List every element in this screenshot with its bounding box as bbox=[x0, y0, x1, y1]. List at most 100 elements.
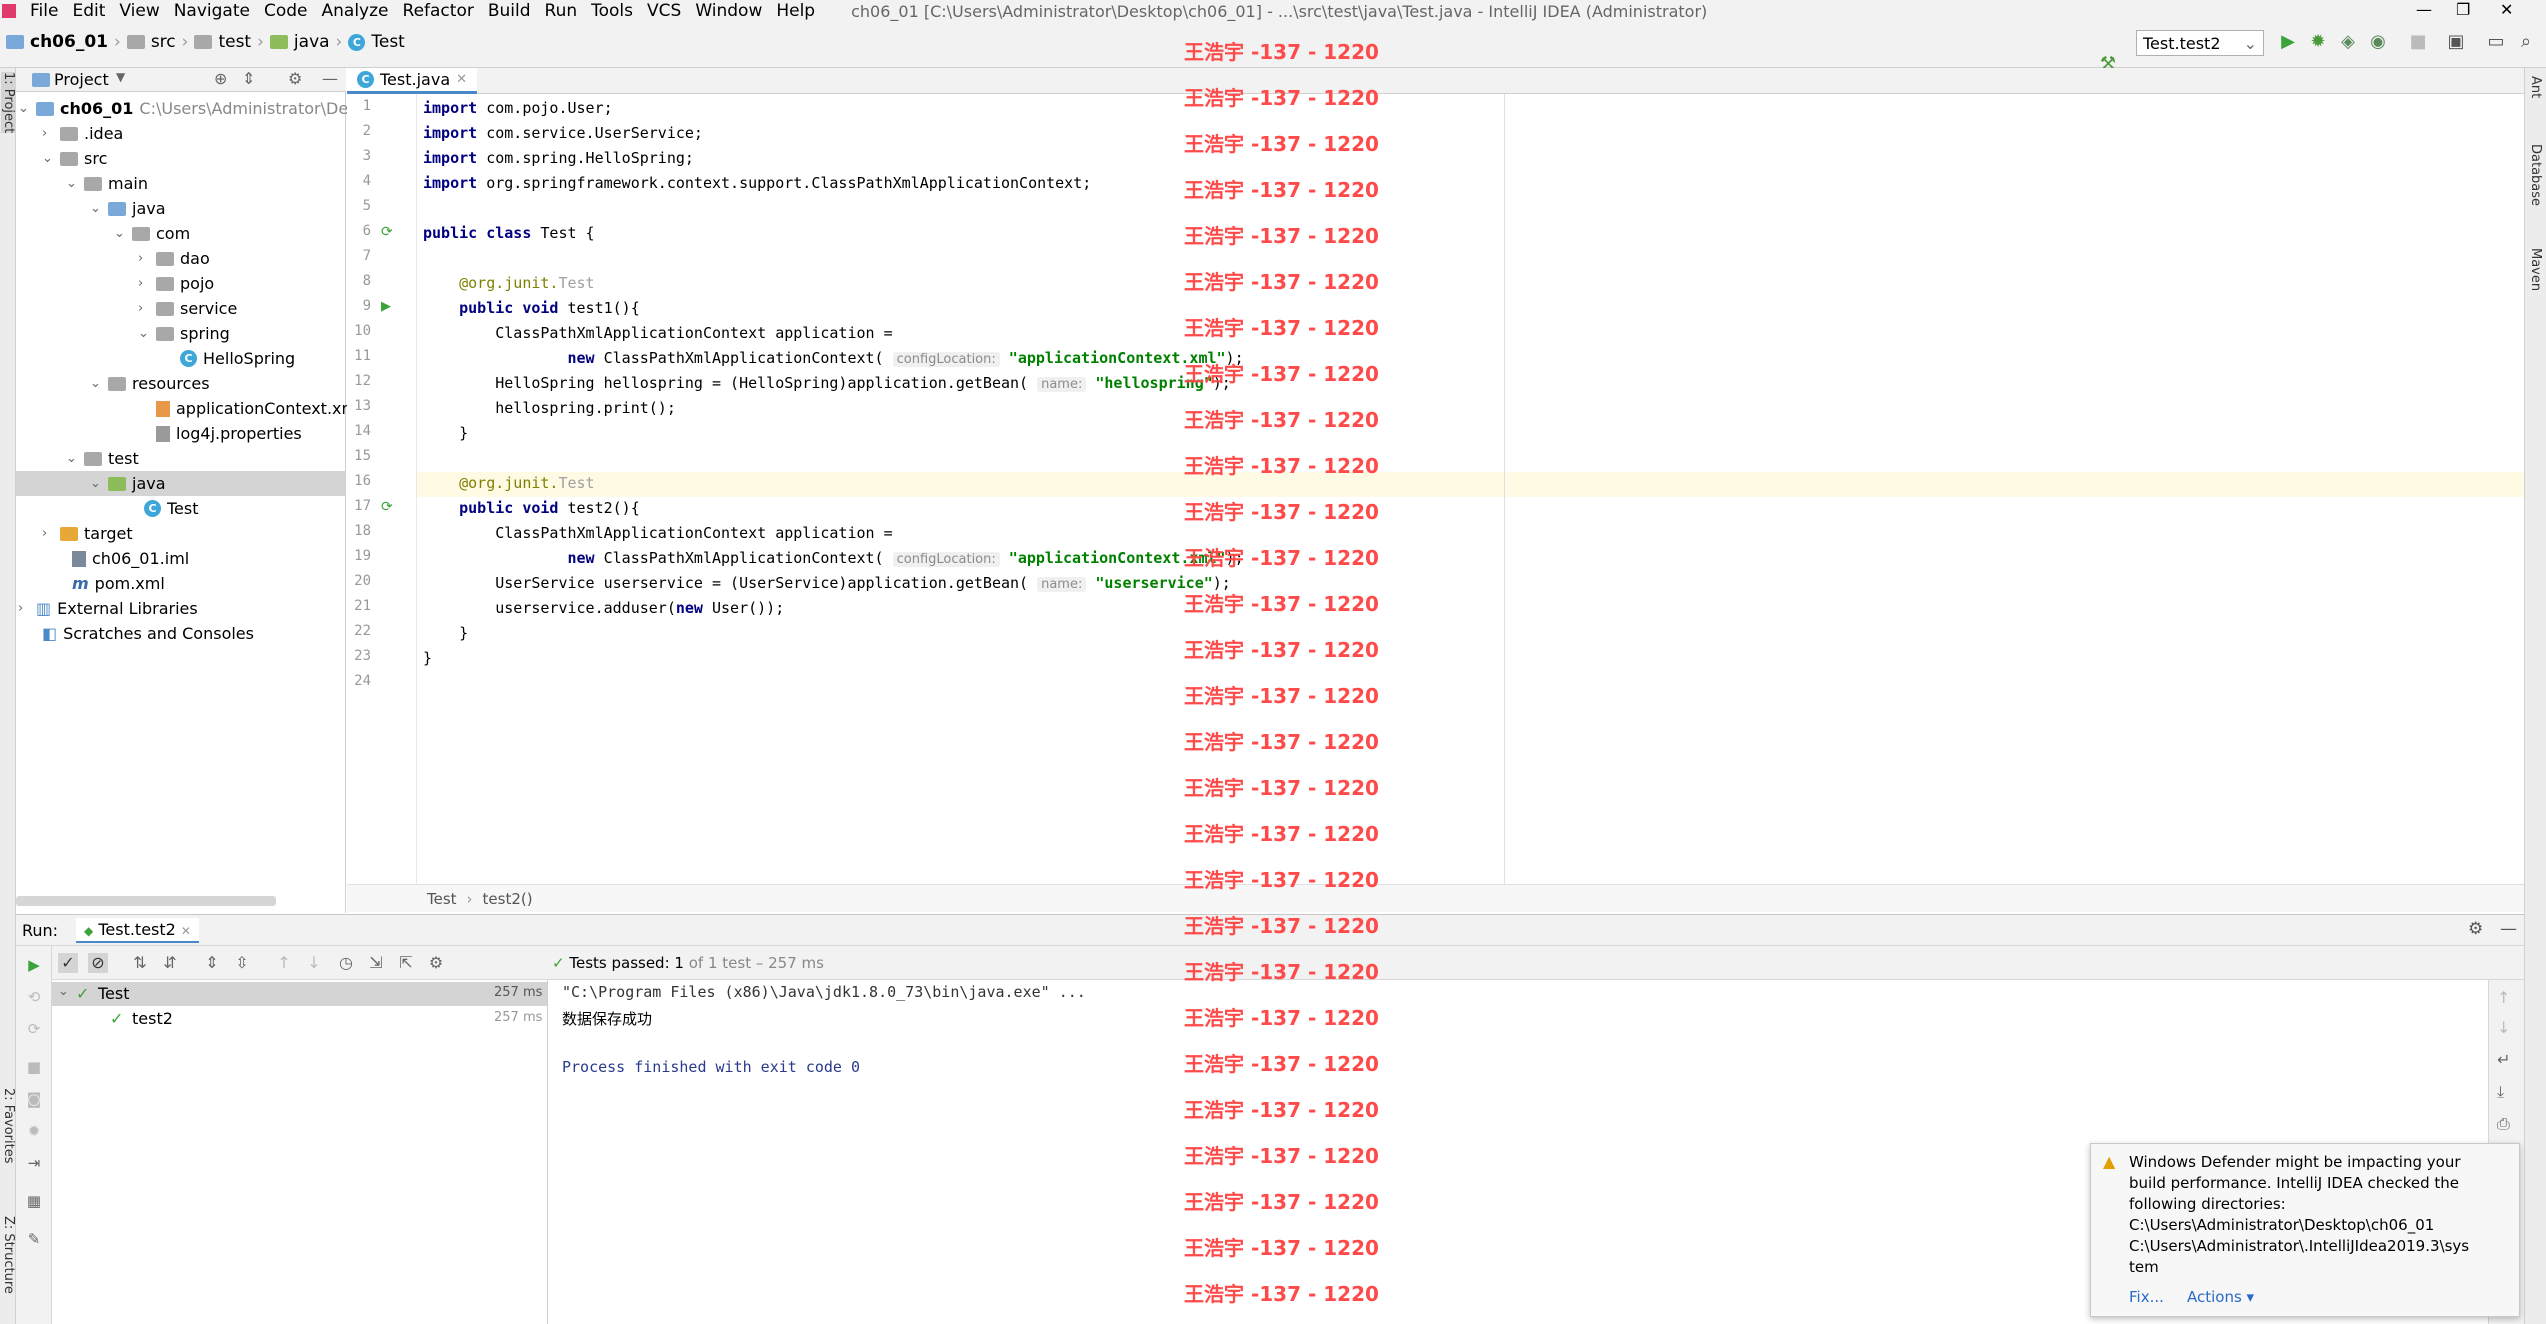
expand-all-icon[interactable]: ⇕ bbox=[202, 953, 222, 973]
editor-tab-active[interactable]: C Test.java ✕ bbox=[347, 68, 478, 94]
print-icon[interactable]: ⎙ bbox=[2497, 1114, 2510, 1134]
camera-icon[interactable]: ◙ bbox=[24, 1090, 44, 1110]
tool-tab-maven[interactable]: Maven bbox=[2528, 248, 2543, 291]
editor-breadcrumb-method[interactable]: test2() bbox=[483, 890, 533, 908]
show-ignored-icon[interactable]: ⊘ bbox=[88, 953, 108, 973]
tree-item[interactable]: applicationContext.xml bbox=[156, 396, 362, 421]
hide-icon[interactable]: — bbox=[2500, 919, 2517, 939]
locate-icon[interactable]: ⊕ bbox=[214, 69, 227, 88]
run-test-gutter-icon[interactable]: ▶ bbox=[381, 299, 391, 314]
test-row[interactable]: ✓ test2 257 ms bbox=[52, 1007, 547, 1031]
coverage-icon[interactable]: ◈ bbox=[2338, 32, 2358, 52]
chevron-down-icon[interactable]: ▼ bbox=[116, 70, 125, 84]
actions-link[interactable]: Actions ▾ bbox=[2187, 1288, 2254, 1306]
menu-build[interactable]: Build bbox=[488, 1, 531, 21]
breadcrumb-project[interactable]: ch06_01 bbox=[30, 32, 108, 52]
tree-item[interactable]: › pojo bbox=[138, 271, 214, 296]
gear-icon[interactable]: ⚙ bbox=[426, 953, 446, 973]
pin-icon[interactable]: ✎ bbox=[24, 1230, 44, 1250]
tree-item[interactable]: C HelloSpring bbox=[180, 346, 295, 371]
export-tests-icon[interactable]: ⇱ bbox=[396, 953, 416, 973]
scroll-to-end-icon[interactable]: ⤓ bbox=[2497, 1082, 2504, 1102]
soft-wrap-icon[interactable]: ↵ bbox=[2497, 1050, 2510, 1069]
code-editor[interactable]: import com.pojo.User; import com.service.… bbox=[423, 94, 2523, 884]
debug-icon[interactable]: ✹ bbox=[2308, 32, 2328, 52]
show-passed-icon[interactable]: ✓ bbox=[58, 953, 78, 973]
down-arrow-icon[interactable]: ↓ bbox=[304, 953, 324, 973]
tree-item-selected[interactable]: ⌄ java bbox=[16, 471, 346, 496]
tree-item[interactable]: ch06_01.iml bbox=[72, 546, 189, 571]
history-icon[interactable]: ◷ bbox=[336, 953, 356, 973]
tree-item[interactable]: ⌄ resources bbox=[90, 371, 210, 396]
horizontal-scrollbar[interactable] bbox=[16, 896, 276, 906]
rerun-failed-icon[interactable]: ⟲ bbox=[24, 988, 44, 1008]
menu-navigate[interactable]: Navigate bbox=[174, 1, 250, 21]
up-arrow-icon[interactable]: ↑ bbox=[274, 953, 294, 973]
tree-item[interactable]: › service bbox=[138, 296, 237, 321]
menu-analyze[interactable]: Analyze bbox=[322, 1, 389, 21]
tree-item[interactable]: C Test bbox=[144, 496, 199, 521]
tree-item[interactable]: › ▥ External Libraries bbox=[18, 596, 198, 621]
tree-item[interactable]: ⌄ spring bbox=[138, 321, 230, 346]
search-icon[interactable]: ⌕ bbox=[2516, 32, 2536, 52]
project-view-label[interactable]: Project bbox=[54, 70, 109, 89]
project-structure-icon[interactable]: ▣ bbox=[2446, 32, 2466, 52]
tool-tab-database[interactable]: Database bbox=[2528, 144, 2543, 206]
close-icon[interactable]: ✕ bbox=[2500, 0, 2513, 19]
menu-refactor[interactable]: Refactor bbox=[403, 1, 474, 21]
tree-item[interactable]: › .idea bbox=[42, 121, 123, 146]
run-tab[interactable]: ◆ Test.test2 ✕ bbox=[76, 918, 199, 943]
import-tests-icon[interactable]: ⇲ bbox=[366, 953, 386, 973]
tool-tab-project[interactable]: 1: Project bbox=[1, 72, 16, 134]
layout-icon[interactable]: ▦ bbox=[24, 1192, 44, 1212]
stop-icon[interactable]: ■ bbox=[2408, 32, 2428, 52]
test-row-selected[interactable]: ⌄ ✓ Test 257 ms bbox=[52, 982, 547, 1006]
tree-root[interactable]: ⌄ ch06_01 C:\Users\Administrator\Deskt bbox=[18, 96, 372, 121]
menu-tools[interactable]: Tools bbox=[591, 1, 633, 21]
breadcrumb-src[interactable]: src bbox=[151, 32, 176, 52]
collapse-all-icon[interactable]: ⇕ bbox=[242, 69, 255, 88]
tree-item[interactable]: log4j.properties bbox=[156, 421, 302, 446]
tree-item[interactable]: ⌄ test bbox=[66, 446, 139, 471]
fix-link[interactable]: Fix... bbox=[2129, 1288, 2164, 1306]
login-icon[interactable]: ⇥ bbox=[24, 1154, 44, 1174]
gear-icon[interactable]: ⚙ bbox=[2468, 919, 2483, 939]
run-configuration-select[interactable]: Test.test2 ⌄ bbox=[2136, 30, 2264, 56]
tree-item[interactable]: ⌄ java bbox=[90, 196, 166, 221]
run-icon[interactable]: ▶ bbox=[2278, 32, 2298, 52]
collapse-all-icon[interactable]: ⇳ bbox=[232, 953, 252, 973]
down-arrow-icon[interactable]: ↓ bbox=[2497, 1018, 2510, 1037]
sort-alphabetically-icon[interactable]: ⇅ bbox=[130, 953, 150, 973]
menu-help[interactable]: Help bbox=[776, 1, 815, 21]
hide-icon[interactable]: — bbox=[322, 69, 338, 88]
menu-edit[interactable]: Edit bbox=[72, 1, 105, 21]
tree-item[interactable]: › dao bbox=[138, 246, 210, 271]
menu-code[interactable]: Code bbox=[264, 1, 308, 21]
gear-icon[interactable]: ⚙ bbox=[288, 69, 302, 88]
tool-tab-ant[interactable]: Ant bbox=[2528, 76, 2543, 98]
stop-icon[interactable]: ■ bbox=[24, 1058, 44, 1078]
tree-item[interactable]: ◧ Scratches and Consoles bbox=[42, 621, 254, 646]
debug-icon[interactable]: ✹ bbox=[24, 1122, 44, 1142]
menu-view[interactable]: View bbox=[119, 1, 159, 21]
run-test-gutter-icon[interactable]: ⟳ bbox=[381, 499, 393, 515]
profile-icon[interactable]: ◉ bbox=[2368, 32, 2388, 52]
tree-item[interactable]: ⌄ src bbox=[42, 146, 107, 171]
editor-breadcrumb-class[interactable]: Test bbox=[427, 890, 457, 908]
rerun-icon[interactable]: ▶ bbox=[24, 956, 44, 976]
toggle-auto-test-icon[interactable]: ⟳ bbox=[24, 1020, 44, 1040]
minimize-icon[interactable]: — bbox=[2416, 0, 2432, 19]
close-tab-icon[interactable]: ✕ bbox=[456, 72, 467, 87]
menu-vcs[interactable]: VCS bbox=[647, 1, 681, 21]
presentation-icon[interactable]: ▭ bbox=[2486, 32, 2506, 52]
run-class-gutter-icon[interactable]: ⟳ bbox=[381, 224, 393, 240]
breadcrumb-test-class[interactable]: Test bbox=[371, 32, 404, 52]
tree-item[interactable]: ⌄ com bbox=[114, 221, 190, 246]
tool-tab-structure[interactable]: Z: Structure bbox=[1, 1216, 16, 1294]
tool-tab-favorites[interactable]: 2: Favorites bbox=[1, 1088, 16, 1164]
sort-by-duration-icon[interactable]: ⇵ bbox=[160, 953, 180, 973]
up-arrow-icon[interactable]: ↑ bbox=[2497, 988, 2510, 1007]
breadcrumb-java[interactable]: java bbox=[294, 32, 330, 52]
breadcrumb-test[interactable]: test bbox=[218, 32, 251, 52]
tree-item[interactable]: m pom.xml bbox=[72, 571, 165, 596]
